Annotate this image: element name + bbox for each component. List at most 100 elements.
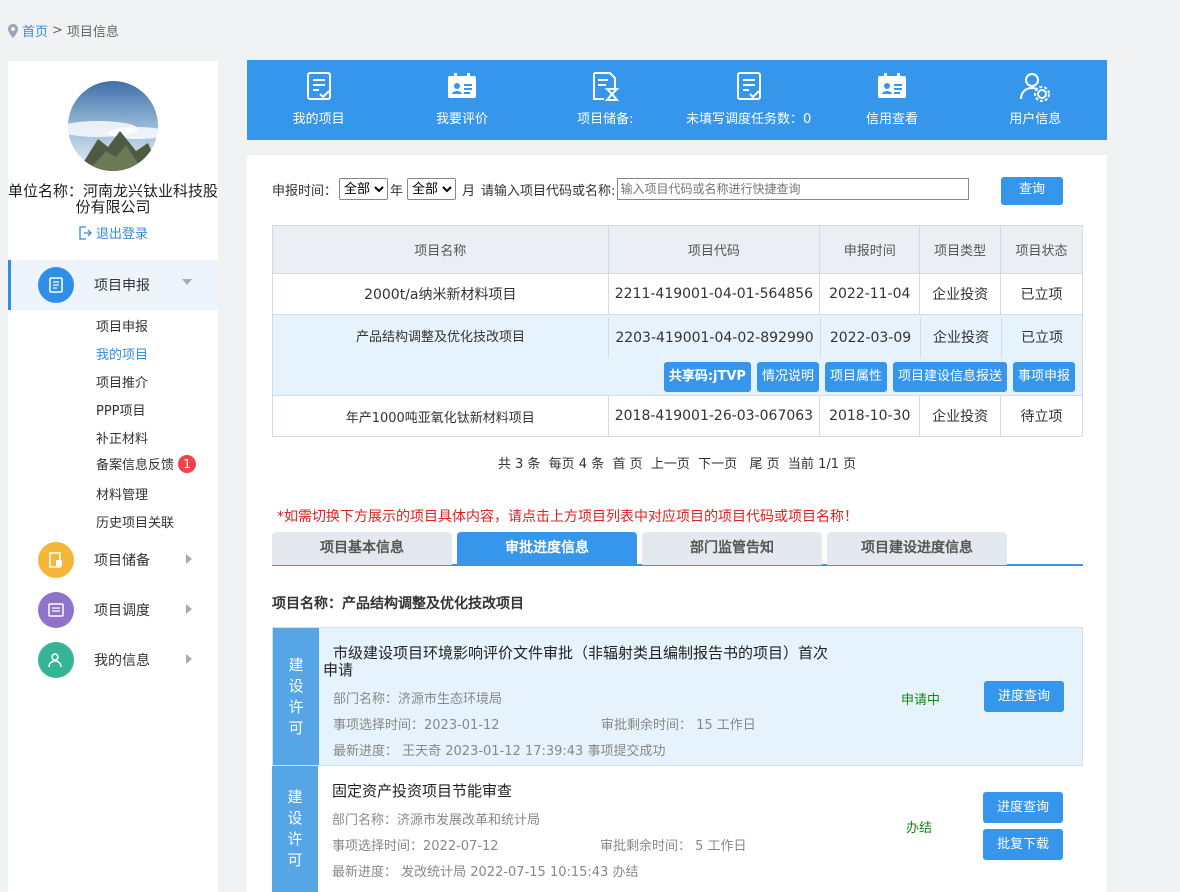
detail-tabs: 项目基本信息 审批进度信息 部门监管告知 项目建设进度信息	[272, 531, 1083, 566]
item-status: 办结	[906, 821, 933, 836]
project-status: 待立项	[1000, 395, 1083, 437]
toolbar-label: 信用查看	[865, 112, 918, 127]
tab-construction-progress[interactable]: 项目建设进度信息	[827, 532, 1007, 565]
logout-label: 退出登录	[95, 227, 148, 242]
sub-item-materials[interactable]: 材料管理	[96, 484, 148, 503]
header-status: 项目状态	[1000, 225, 1083, 274]
calendar-card-icon	[877, 73, 906, 98]
sidebar: 单位名称：河南龙兴钛业科技股份有限公司 退出登录 项目申报 项目申报 我的项目 …	[8, 61, 218, 892]
year-select[interactable]: 全部	[339, 178, 389, 200]
pagination[interactable]: 共 3 条 每页 4 条 首 页 上一页 下一页 尾 页 当前 1/1 页	[247, 453, 1107, 472]
chevron-right-icon	[186, 604, 192, 614]
notification-badge: 1	[178, 455, 197, 473]
breadcrumb-current: 项目信息	[66, 25, 119, 40]
main-panel: 申报时间： 全部 年 全部 月 请输入项目代码或名称: 查询 项目名称 项目代码…	[247, 155, 1107, 892]
item-remaining-time: 审批剩余时间： 5 工作日	[600, 839, 747, 854]
menu-project-declare[interactable]: 项目申报	[8, 260, 218, 310]
table-row: 2000t/a纳米新材料项目 2211-419001-04-01-564856 …	[272, 273, 1083, 315]
doc-hourglass-icon	[593, 72, 620, 101]
search-input[interactable]	[617, 178, 970, 200]
tab-basic-info[interactable]: 项目基本信息	[272, 532, 452, 565]
list-check-icon	[306, 72, 331, 100]
schedule-icon	[38, 592, 74, 628]
sub-item-project-declare[interactable]: 项目申报	[96, 316, 148, 335]
table-row-selected: 产品结构调整及优化技改项目 2203-419001-04-02-892990 2…	[272, 314, 1083, 396]
project-name-title: 项目名称：产品结构调整及优化技改项目	[272, 596, 524, 612]
chevron-down-icon	[182, 279, 192, 285]
logout-icon	[79, 225, 92, 240]
query-button[interactable]: 查询	[1001, 177, 1063, 205]
toolbar-reserve[interactable]: 项目储备:	[534, 60, 677, 140]
item-title-continued: 申请	[323, 661, 354, 679]
document-icon	[38, 267, 74, 303]
sub-item-feedback[interactable]: 备案信息反馈 1	[96, 454, 197, 473]
tag-char: 设	[287, 809, 303, 827]
project-name-link[interactable]: 产品结构调整及优化技改项目	[273, 318, 609, 358]
header-type: 项目类型	[919, 225, 1002, 274]
header-time: 申报时间	[819, 225, 921, 274]
toolbar-label: 未填写调度任务数：0	[686, 112, 812, 127]
share-code-button[interactable]: 共享码:jTVP	[663, 362, 751, 392]
tag-char: 许	[288, 697, 304, 716]
reserve-icon	[38, 542, 74, 578]
construction-report-button[interactable]: 项目建设信息报送	[892, 362, 1007, 392]
action-buttons: 共享码:jTVP 情况说明 项目属性 项目建设信息报送 事项申报	[273, 362, 1082, 392]
approval-item: 建 设 许 可 固定资产投资项目节能审查 部门名称：济源市发展改革和统计局 事项…	[272, 766, 1083, 892]
project-name-link[interactable]: 2000t/a纳米新材料项目	[272, 273, 609, 315]
sub-item-supplement[interactable]: 补正材料	[96, 428, 148, 447]
project-code-link[interactable]: 2211-419001-04-01-564856	[607, 273, 821, 315]
tag-char: 许	[287, 830, 303, 848]
menu-my-info[interactable]: 我的信息	[8, 635, 218, 685]
avatar	[68, 81, 158, 171]
project-type: 企业投资	[919, 395, 1002, 437]
tab-approval-progress[interactable]: 审批进度信息	[457, 532, 637, 565]
logout-link[interactable]: 退出登录	[8, 223, 218, 242]
selected-row-cell: 产品结构调整及优化技改项目 2203-419001-04-02-892990 2…	[272, 314, 1083, 396]
calendar-card-icon	[447, 73, 476, 98]
item-select-time: 事项选择时间：2022-07-12	[332, 839, 499, 854]
project-table: 项目名称 项目代码 申报时间 项目类型 项目状态 2000t/a纳米新材料项目 …	[272, 225, 1083, 437]
approval-download-button[interactable]: 批复下载	[983, 829, 1063, 860]
sub-item-my-projects[interactable]: 我的项目	[96, 344, 148, 363]
menu-project-reserve[interactable]: 项目储备	[8, 535, 218, 585]
item-category-tag: 建 设 许 可	[272, 766, 318, 892]
situation-button[interactable]: 情况说明	[756, 362, 819, 392]
toolbar-user-info[interactable]: 用户信息	[964, 60, 1107, 140]
item-latest-progress: 最新进度： 王天奇 2023-01-12 17:39:43 事项提交成功	[333, 744, 666, 759]
progress-query-button[interactable]: 进度查询	[983, 792, 1063, 823]
item-latest-progress: 最新进度： 发改统计局 2022-07-15 10:15:43 办结	[332, 865, 639, 880]
sub-item-ppp[interactable]: PPP项目	[96, 400, 146, 419]
item-title: 固定资产投资项目节能审查	[332, 782, 513, 800]
toolbar-label: 项目储备:	[577, 112, 634, 127]
tag-char: 建	[287, 788, 303, 806]
table-row: 年产1000吨亚氧化钛新材料项目 2018-419001-26-03-06706…	[272, 395, 1083, 437]
project-name-link[interactable]: 年产1000吨亚氧化钛新材料项目	[272, 395, 609, 437]
project-code-link[interactable]: 2203-419001-04-02-892990	[609, 318, 821, 358]
search-label: 请输入项目代码或名称:	[481, 183, 616, 199]
toolbar-tasks[interactable]: 未填写调度任务数：0	[677, 60, 820, 140]
attribute-button[interactable]: 项目属性	[824, 362, 887, 392]
item-declare-button[interactable]: 事项申报	[1012, 362, 1075, 392]
sub-item-history[interactable]: 历史项目关联	[96, 512, 174, 531]
project-time: 2018-10-30	[819, 395, 921, 437]
tag-char: 建	[288, 655, 304, 674]
toolbar-my-projects[interactable]: 我的项目	[247, 60, 390, 140]
table-header: 项目名称 项目代码 申报时间 项目类型 项目状态	[272, 225, 1083, 274]
item-status: 申请中	[901, 693, 941, 708]
tab-supervision[interactable]: 部门监管告知	[642, 532, 822, 565]
toolbar-evaluate[interactable]: 我要评价	[390, 60, 533, 140]
breadcrumb: 首页 > 项目信息	[8, 21, 119, 40]
item-dept: 部门名称：济源市生态环境局	[333, 692, 503, 707]
project-code-link[interactable]: 2018-419001-26-03-067063	[607, 395, 821, 437]
sub-item-project-promotion[interactable]: 项目推介	[96, 372, 148, 391]
toolbar-label: 用户信息	[1009, 112, 1062, 127]
menu-project-schedule[interactable]: 项目调度	[8, 585, 218, 635]
top-toolbar: 我的项目 我要评价 项目储备: 未填写调度任务数：0 信用查看 用户信息	[247, 60, 1107, 140]
breadcrumb-home-link[interactable]: 首页	[22, 21, 48, 40]
breadcrumb-separator: >	[52, 23, 63, 38]
toolbar-credit[interactable]: 信用查看	[820, 60, 963, 140]
menu-label: 我的信息	[94, 653, 150, 669]
month-select[interactable]: 全部	[407, 178, 457, 200]
project-status: 已立项	[1021, 330, 1063, 346]
progress-query-button[interactable]: 进度查询	[984, 681, 1064, 712]
